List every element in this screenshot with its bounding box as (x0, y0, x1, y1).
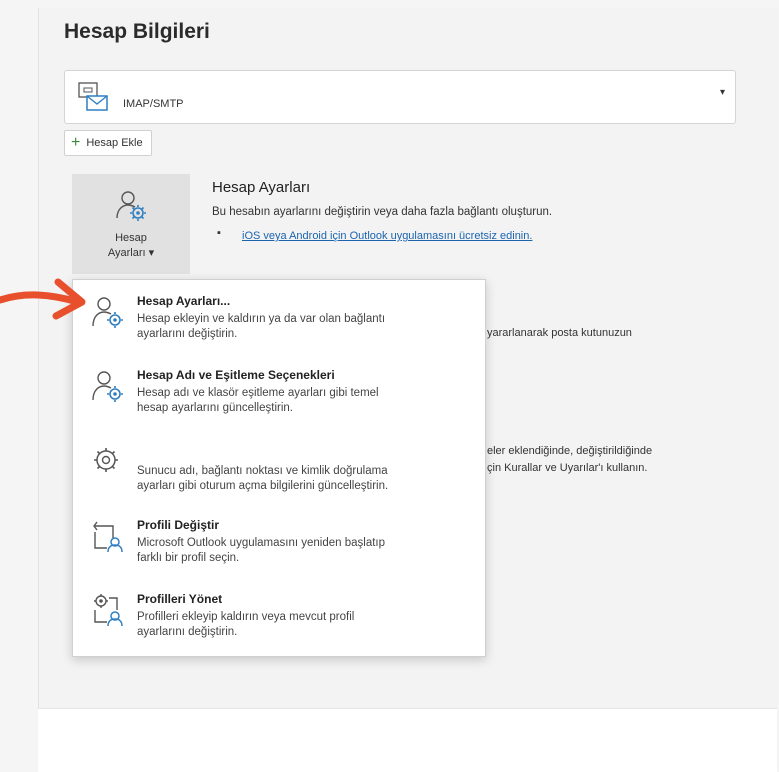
section-title: Hesap Ayarları (212, 179, 311, 196)
gear-icon (94, 448, 118, 472)
email-account-icon (78, 82, 108, 111)
menu-item-change-profile[interactable]: Profili Değiştir Microsoft Outlook uygul… (73, 512, 485, 582)
tile-label-line2: Ayarları ▾ (107, 247, 155, 259)
outlook-mobile-link[interactable]: iOS veya Android için Outlook uygulaması… (242, 230, 532, 242)
menu-item-description: Hesap ekleyin ve kaldırın ya da var olan… (137, 312, 467, 342)
menu-desc-line1: Profilleri ekleyip kaldırın veya mevcut … (137, 611, 355, 623)
menu-desc-line2: hesap ayarlarını güncelleştirin. (137, 402, 293, 414)
menu-item-title: Profilleri Yönet (137, 592, 223, 606)
account-settings-tile-label: Hesap Ayarları ▾ (72, 231, 190, 261)
menu-item-description: Profilleri ekleyip kaldırın veya mevcut … (137, 610, 467, 640)
change-profile-icon (93, 521, 123, 553)
manage-profiles-icon (94, 594, 123, 627)
account-settings-icon (116, 191, 146, 221)
pointer-arrow-icon (0, 278, 86, 320)
menu-item-description: Sunucu adı, bağlantı noktası ve kimlik d… (137, 464, 467, 494)
panel-footer-area (38, 708, 777, 772)
tile-label-line1: Hesap (115, 232, 147, 244)
plus-icon: + (71, 134, 81, 151)
mailbox-text-fragment: yararlanarak posta kutunuzun (487, 327, 632, 339)
account-settings-menu: Hesap Ayarları... Hesap ekleyin ve kaldı… (72, 279, 486, 657)
rules-text-fragment-2: çin Kurallar ve Uyarılar'ı kullanın. (487, 462, 648, 474)
account-type-label: IMAP/SMTP (123, 98, 184, 110)
menu-item-manage-profiles[interactable]: Profilleri Yönet Profilleri ekleyip kald… (73, 586, 485, 656)
account-selector[interactable]: IMAP/SMTP ▾ (64, 70, 736, 124)
menu-desc-line2: ayarlarını değiştirin. (137, 328, 238, 340)
menu-item-description: Hesap adı ve klasör eşitleme ayarları gi… (137, 386, 467, 416)
menu-desc-line2: ayarları gibi oturum açma bilgilerini gü… (137, 480, 389, 492)
menu-desc-line1: Sunucu adı, bağlantı noktası ve kimlik d… (137, 465, 388, 477)
account-settings-dropdown-button[interactable]: Hesap Ayarları ▾ (72, 174, 190, 274)
chevron-down-icon: ▾ (719, 87, 725, 98)
menu-desc-line2: ayarlarını değiştirin. (137, 626, 238, 638)
menu-item-server-settings[interactable]: Sunucu adı, bağlantı noktası ve kimlik d… (73, 440, 485, 510)
account-name-sync-icon (92, 371, 123, 402)
add-account-label: Hesap Ekle (86, 137, 143, 149)
account-settings-icon (92, 297, 123, 328)
menu-desc-line1: Hesap adı ve klasör eşitleme ayarları gi… (137, 387, 379, 399)
add-account-button[interactable]: + Hesap Ekle (64, 130, 152, 156)
menu-item-title: Hesap Ayarları... (137, 294, 231, 308)
menu-desc-line1: Microsoft Outlook uygulamasını yeniden b… (137, 537, 386, 549)
menu-item-title: Hesap Adı ve Eşitleme Seçenekleri (137, 368, 335, 382)
menu-item-title: Profili Değiştir (137, 518, 220, 532)
section-description: Bu hesabın ayarlarını değiştirin veya da… (212, 206, 553, 218)
menu-desc-line1: Hesap ekleyin ve kaldırın ya da var olan… (137, 313, 386, 325)
menu-item-account-settings[interactable]: Hesap Ayarları... Hesap ekleyin ve kaldı… (73, 288, 485, 358)
page-title: Hesap Bilgileri (64, 20, 210, 43)
menu-item-description: Microsoft Outlook uygulamasını yeniden b… (137, 536, 467, 566)
menu-item-account-name-sync[interactable]: Hesap Adı ve Eşitleme Seçenekleri Hesap … (73, 362, 485, 432)
rules-text-fragment-1: eler eklendiğinde, değiştirildiğinde (487, 445, 653, 457)
bullet-icon: ▪ (217, 227, 221, 239)
menu-desc-line2: farklı bir profil seçin. (137, 552, 240, 564)
